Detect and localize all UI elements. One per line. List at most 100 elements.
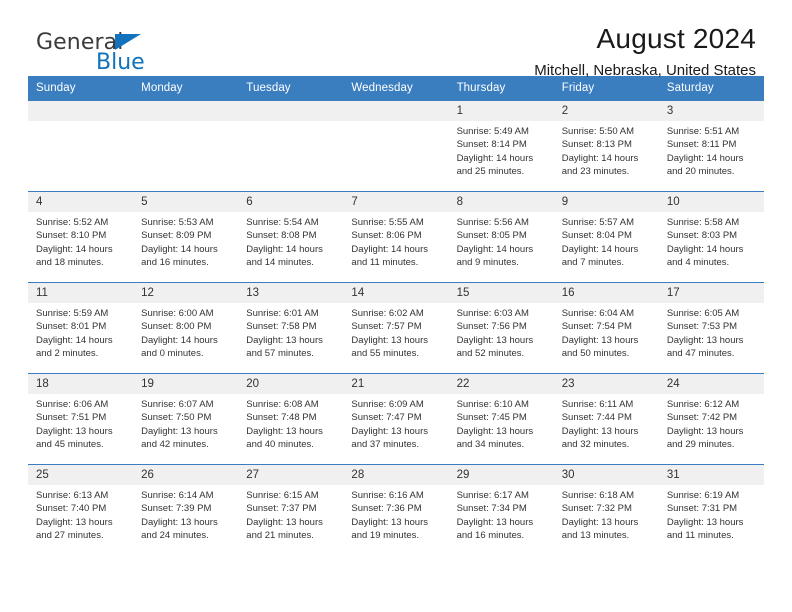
sunrise-text: Sunrise: 5:59 AM	[36, 308, 109, 319]
sunrise-text: Sunrise: 6:14 AM	[141, 490, 214, 501]
weekday-header-monday: Monday	[133, 76, 239, 101]
calendar-day-cell[interactable]: 1 Sunrise: 5:49 AM Sunset: 8:14 PM Daylight…	[448, 100, 554, 192]
day-cell-inner: 29 Sunrise: 6:17 AM Sunset: 7:34 PM Dayligh…	[448, 465, 554, 555]
day-number: 8	[448, 192, 554, 212]
day-details: Sunrise: 6:13 AM Sunset: 7:40 PM Daylight:…	[28, 485, 133, 543]
daylight-text: Daylight: 13 hours and 21 minutes.	[246, 516, 323, 542]
calendar-day-cell[interactable]: 27 Sunrise: 6:15 AM Sunset: 7:37 PM Dayligh…	[238, 464, 344, 555]
sunset-text: Sunset: 8:13 PM	[561, 139, 632, 151]
day-details: Sunrise: 6:19 AM Sunset: 7:31 PM Daylight:…	[659, 485, 764, 543]
daylight-text: Daylight: 13 hours and 19 minutes.	[351, 516, 428, 542]
day-number: 3	[658, 101, 764, 121]
day-details: Sunrise: 6:05 AM Sunset: 7:53 PM Daylight:…	[659, 303, 764, 361]
day-cell-inner: 11 Sunrise: 5:59 AM Sunset: 8:01 PM Dayligh…	[28, 283, 134, 373]
calendar-page: General Blue August 2024 Mitchell, Nebra…	[0, 0, 792, 612]
sunset-text: Sunset: 7:37 PM	[246, 503, 317, 515]
calendar-day-cell[interactable]: 5 Sunrise: 5:53 AM Sunset: 8:09 PM Daylight…	[133, 191, 239, 283]
sunrise-text: Sunrise: 5:50 AM	[561, 126, 635, 137]
daylight-text: Daylight: 13 hours and 32 minutes.	[561, 425, 639, 451]
calendar-day-cell[interactable]: 19 Sunrise: 6:07 AM Sunset: 7:50 PM Dayligh…	[133, 373, 239, 465]
calendar-day-cell[interactable]: 2 Sunrise: 5:50 AM Sunset: 8:13 PM Daylight…	[553, 100, 659, 192]
day-details: Sunrise: 5:50 AM Sunset: 8:13 PM Daylight:…	[554, 121, 659, 179]
daylight-text: Daylight: 14 hours and 7 minutes.	[561, 243, 639, 269]
sunset-text: Sunset: 7:47 PM	[351, 412, 422, 424]
day-details: Sunrise: 6:00 AM Sunset: 8:00 PM Daylight:…	[133, 303, 238, 361]
calendar-day-cell[interactable]: 6 Sunrise: 5:54 AM Sunset: 8:08 PM Daylight…	[238, 191, 344, 283]
sunrise-text: Sunrise: 6:09 AM	[351, 399, 424, 410]
sunrise-text: Sunrise: 5:52 AM	[36, 217, 109, 228]
day-number: 29	[448, 465, 554, 485]
day-details	[343, 121, 448, 125]
calendar-day-cell[interactable]: 13 Sunrise: 6:01 AM Sunset: 7:58 PM Dayligh…	[238, 282, 344, 374]
generalblue-logo[interactable]: General Blue	[36, 30, 236, 78]
calendar-day-cell[interactable]: 28 Sunrise: 6:16 AM Sunset: 7:36 PM Dayligh…	[343, 464, 449, 555]
calendar-day-cell[interactable]: 3 Sunrise: 5:51 AM Sunset: 8:11 PM Daylight…	[658, 100, 764, 192]
day-cell-inner: 15 Sunrise: 6:03 AM Sunset: 7:56 PM Dayligh…	[448, 283, 554, 373]
day-cell-inner: 16 Sunrise: 6:04 AM Sunset: 7:54 PM Dayligh…	[553, 283, 659, 373]
daylight-text: Daylight: 14 hours and 14 minutes.	[246, 243, 323, 269]
daylight-text: Daylight: 13 hours and 11 minutes.	[666, 516, 744, 542]
calendar-day-cell[interactable]: 11 Sunrise: 5:59 AM Sunset: 8:01 PM Dayligh…	[28, 282, 134, 374]
sunrise-text: Sunrise: 6:13 AM	[36, 490, 109, 501]
day-cell-inner: 12 Sunrise: 6:00 AM Sunset: 8:00 PM Dayligh…	[133, 283, 239, 373]
sunrise-text: Sunrise: 6:05 AM	[666, 308, 740, 319]
calendar-day-cell[interactable]: 30 Sunrise: 6:18 AM Sunset: 7:32 PM Dayligh…	[553, 464, 659, 555]
sunrise-text: Sunrise: 6:19 AM	[666, 490, 740, 501]
calendar-day-cell[interactable]: 20 Sunrise: 6:08 AM Sunset: 7:48 PM Dayligh…	[238, 373, 344, 465]
day-number: 10	[658, 192, 764, 212]
day-details: Sunrise: 6:06 AM Sunset: 7:51 PM Daylight:…	[28, 394, 133, 452]
day-details: Sunrise: 6:16 AM Sunset: 7:36 PM Daylight:…	[343, 485, 448, 543]
calendar-day-cell[interactable]: 9 Sunrise: 5:57 AM Sunset: 8:04 PM Daylight…	[553, 191, 659, 283]
calendar-empty-cell	[133, 100, 239, 192]
day-number: 2	[553, 101, 659, 121]
calendar-day-cell[interactable]: 31 Sunrise: 6:19 AM Sunset: 7:31 PM Dayligh…	[658, 464, 764, 555]
day-number: 23	[553, 374, 659, 394]
day-number: 7	[343, 192, 449, 212]
day-details: Sunrise: 5:53 AM Sunset: 8:09 PM Daylight:…	[133, 212, 238, 270]
calendar-day-cell[interactable]: 15 Sunrise: 6:03 AM Sunset: 7:56 PM Dayligh…	[448, 282, 554, 374]
calendar-day-cell[interactable]: 4 Sunrise: 5:52 AM Sunset: 8:10 PM Daylight…	[28, 191, 134, 283]
sunset-text: Sunset: 8:09 PM	[141, 230, 212, 242]
page-subtitle: Mitchell, Nebraska, United States	[534, 62, 756, 79]
sunset-text: Sunset: 8:03 PM	[666, 230, 738, 242]
day-details: Sunrise: 6:18 AM Sunset: 7:32 PM Daylight:…	[554, 485, 659, 543]
day-details: Sunrise: 6:02 AM Sunset: 7:57 PM Daylight:…	[343, 303, 448, 361]
calendar-day-cell[interactable]: 21 Sunrise: 6:09 AM Sunset: 7:47 PM Dayligh…	[343, 373, 449, 465]
calendar-day-cell[interactable]: 29 Sunrise: 6:17 AM Sunset: 7:34 PM Dayligh…	[448, 464, 554, 555]
calendar-day-cell[interactable]: 26 Sunrise: 6:14 AM Sunset: 7:39 PM Dayligh…	[133, 464, 239, 555]
calendar-day-cell[interactable]: 18 Sunrise: 6:06 AM Sunset: 7:51 PM Dayligh…	[28, 373, 134, 465]
day-number	[133, 101, 239, 121]
calendar-body: 1 Sunrise: 5:49 AM Sunset: 8:14 PM Daylight…	[28, 100, 764, 555]
day-cell-inner: 31 Sunrise: 6:19 AM Sunset: 7:31 PM Dayligh…	[658, 465, 764, 555]
calendar-day-cell[interactable]: 12 Sunrise: 6:00 AM Sunset: 8:00 PM Dayligh…	[133, 282, 239, 374]
day-number: 28	[343, 465, 449, 485]
day-number	[343, 101, 449, 121]
calendar-day-cell[interactable]: 10 Sunrise: 5:58 AM Sunset: 8:03 PM Dayligh…	[658, 191, 764, 283]
calendar-day-cell[interactable]: 23 Sunrise: 6:11 AM Sunset: 7:44 PM Dayligh…	[553, 373, 659, 465]
day-details: Sunrise: 6:03 AM Sunset: 7:56 PM Daylight:…	[449, 303, 554, 361]
day-cell-inner: 7 Sunrise: 5:55 AM Sunset: 8:06 PM Daylight…	[343, 192, 449, 282]
calendar-day-cell[interactable]: 16 Sunrise: 6:04 AM Sunset: 7:54 PM Dayligh…	[553, 282, 659, 374]
weekday-header-wednesday: Wednesday	[343, 76, 449, 101]
sunset-text: Sunset: 7:45 PM	[456, 412, 527, 424]
day-details: Sunrise: 5:59 AM Sunset: 8:01 PM Daylight:…	[28, 303, 133, 361]
sunrise-text: Sunrise: 5:51 AM	[666, 126, 740, 137]
day-cell-inner: 2 Sunrise: 5:50 AM Sunset: 8:13 PM Daylight…	[553, 101, 659, 191]
day-cell-inner: 21 Sunrise: 6:09 AM Sunset: 7:47 PM Dayligh…	[343, 374, 449, 464]
day-cell-inner	[238, 101, 344, 191]
sunrise-text: Sunrise: 5:54 AM	[246, 217, 319, 228]
calendar-day-cell[interactable]: 22 Sunrise: 6:10 AM Sunset: 7:45 PM Dayligh…	[448, 373, 554, 465]
daylight-text: Daylight: 13 hours and 40 minutes.	[246, 425, 323, 451]
calendar-day-cell[interactable]: 24 Sunrise: 6:12 AM Sunset: 7:42 PM Dayligh…	[658, 373, 764, 465]
sunrise-text: Sunrise: 6:02 AM	[351, 308, 424, 319]
day-details: Sunrise: 5:56 AM Sunset: 8:05 PM Daylight:…	[449, 212, 554, 270]
calendar-day-cell[interactable]: 14 Sunrise: 6:02 AM Sunset: 7:57 PM Dayligh…	[343, 282, 449, 374]
calendar-day-cell[interactable]: 25 Sunrise: 6:13 AM Sunset: 7:40 PM Dayligh…	[28, 464, 134, 555]
calendar-day-cell[interactable]: 8 Sunrise: 5:56 AM Sunset: 8:05 PM Daylight…	[448, 191, 554, 283]
day-number	[238, 101, 344, 121]
day-number: 24	[658, 374, 764, 394]
calendar-day-cell[interactable]: 17 Sunrise: 6:05 AM Sunset: 7:53 PM Dayligh…	[658, 282, 764, 374]
calendar-day-cell[interactable]: 7 Sunrise: 5:55 AM Sunset: 8:06 PM Daylight…	[343, 191, 449, 283]
sunset-text: Sunset: 7:58 PM	[246, 321, 317, 333]
sunset-text: Sunset: 7:36 PM	[351, 503, 422, 515]
